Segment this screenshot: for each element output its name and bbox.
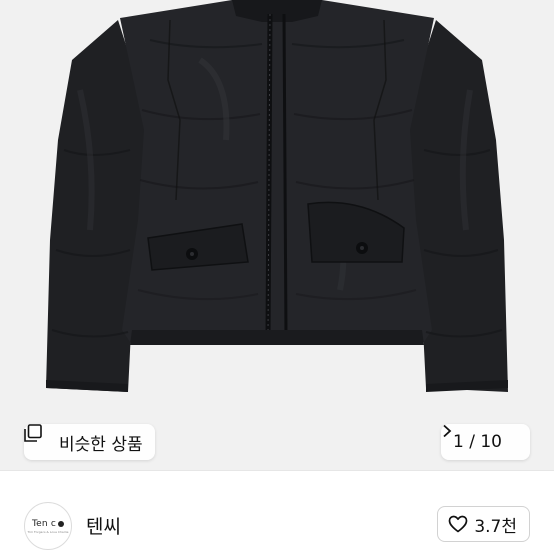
chevron-right-icon (443, 424, 520, 449)
heart-outline-icon (448, 515, 468, 533)
like-button[interactable]: 3.7천 (437, 506, 530, 542)
image-pager[interactable]: 1 / 10 (441, 424, 530, 460)
image-pager-text: 1 / 10 (453, 432, 502, 452)
shop-logo-subtext: Tim Forgacs & Love Charlie (27, 529, 69, 534)
similar-items-icon (24, 424, 53, 451)
shop-info-row: Ten c Tim Forgacs & Love Charlie 텐씨 3.7천 (0, 484, 554, 554)
product-image[interactable]: 비슷한 상품 1 / 10 (0, 0, 554, 470)
shop-logo-text: Ten c (31, 518, 57, 529)
similar-items-button[interactable]: 비슷한 상품 (24, 424, 155, 460)
jacket-illustration (0, 0, 554, 470)
logo-dot-icon (58, 520, 65, 527)
shop-avatar[interactable]: Ten c Tim Forgacs & Love Charlie (24, 502, 72, 550)
section-divider (0, 470, 554, 471)
shop-name[interactable]: 텐씨 (86, 512, 121, 539)
like-count: 3.7천 (474, 516, 517, 537)
similar-items-label: 비슷한 상품 (59, 434, 143, 455)
shop-logo: Ten c (31, 518, 65, 529)
